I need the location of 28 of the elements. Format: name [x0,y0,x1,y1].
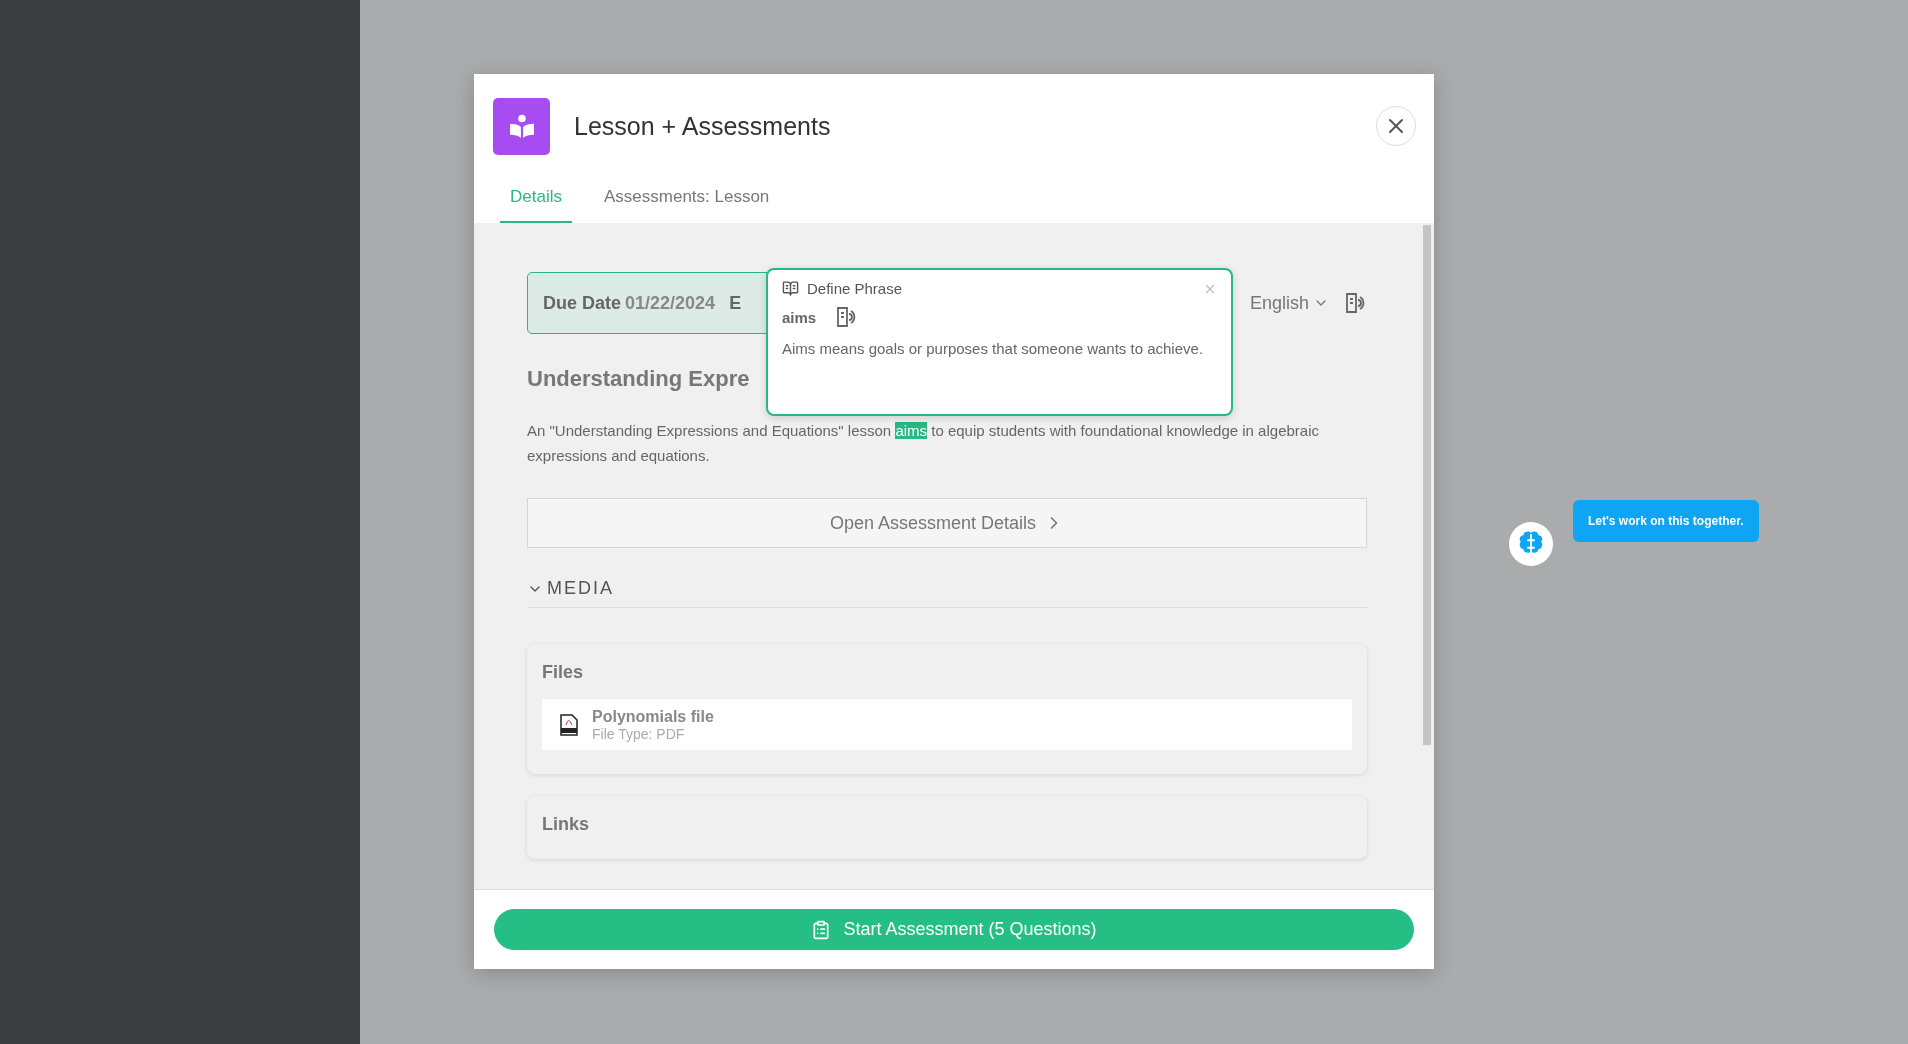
popup-title: Define Phrase [807,280,904,297]
chat-bubble: Let's work on this together. [1573,500,1759,542]
assistant-avatar[interactable] [1509,522,1553,566]
lesson-title: Understanding Expre [527,366,751,392]
due-date-label: Due Date [543,292,622,314]
lesson-icon [493,97,550,155]
tab[interactable]: Assessments: Lesson [593,179,780,223]
defined-term: aims [782,308,817,326]
book-icon [782,280,799,297]
start-assessment-button[interactable]: Start Assessment (5 Questions) [494,909,1414,950]
open-details-button[interactable]: Open Assessment Details [527,498,1367,548]
card-title: Files [542,662,585,683]
modal-title: Lesson + Assessments [574,111,832,141]
scrollbar-thumb[interactable] [1423,225,1431,745]
clipboard-icon [811,919,832,940]
due-date-value: 01/22/2024 [625,292,716,314]
lesson-description: An "Understanding Expressions and Equations" lesson aims to equip students with foundational knowledge in algebraic expressions and equations. [527,421,1320,466]
language-dropdown[interactable]: English [1249,292,1329,314]
read-aloud-icon[interactable] [1343,291,1367,315]
definition-text: Aims means goals or purposes that someone wants to achieve. [782,339,1205,359]
file-name: Polynomials file [592,707,714,726]
file-row[interactable]: Polynomials file File Type: PDF [542,699,1352,750]
pdf-file-icon [560,713,578,736]
cut-off-text: E [729,292,742,314]
media-section-header[interactable]: MEDIA [527,578,1367,608]
card-title: Links [542,814,590,835]
file-type: File Type: PDF [592,725,686,742]
close-button[interactable] [1376,106,1416,146]
